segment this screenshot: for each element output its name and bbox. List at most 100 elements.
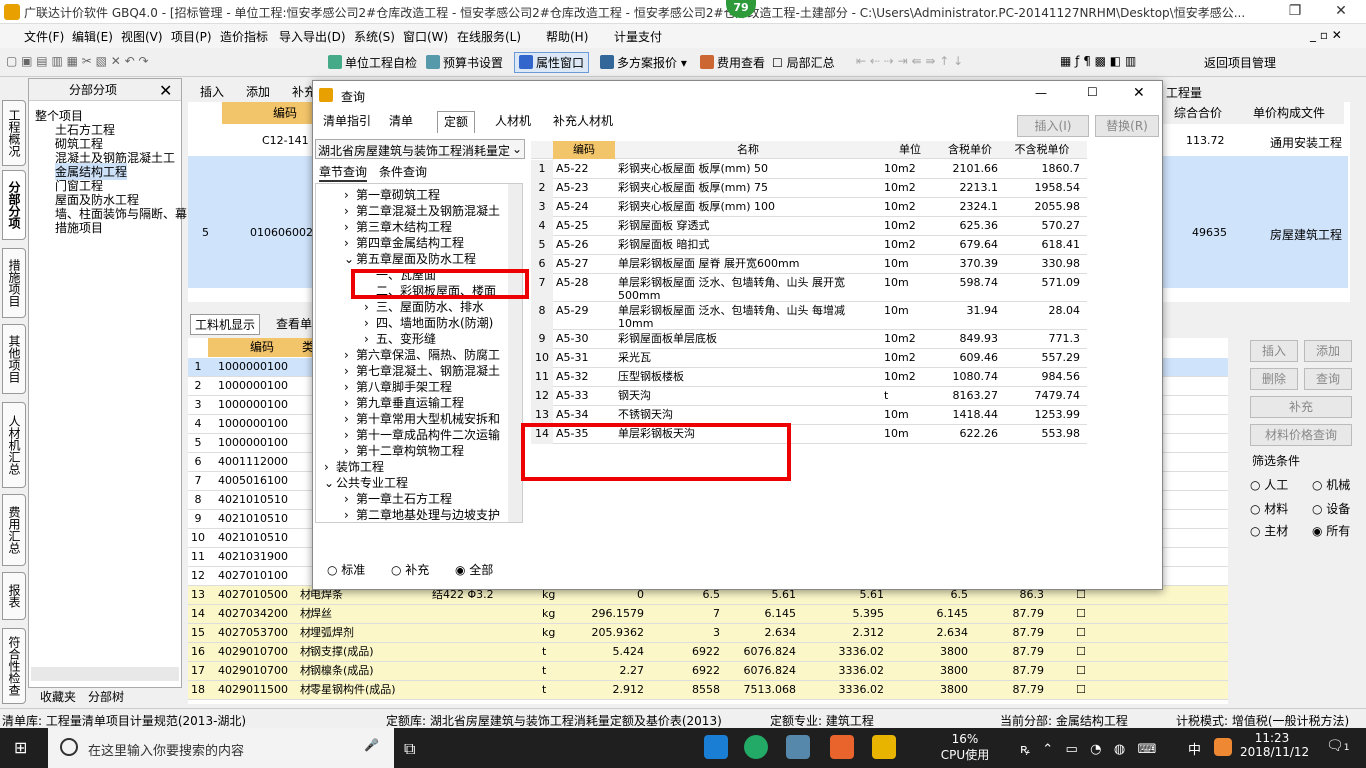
table-row[interactable]: 12 A5-33 钢天沟 t 8163.27 7479.74 bbox=[531, 387, 1087, 406]
replace-button[interactable]: 替换(R) bbox=[1095, 115, 1159, 137]
add-button[interactable]: 添加 bbox=[1304, 340, 1352, 362]
chapter-tree-item[interactable]: › 第十二章构筑物工程 bbox=[344, 442, 464, 459]
menu-system[interactable]: 系统(S) bbox=[354, 28, 395, 45]
query-button[interactable]: 查询 bbox=[1304, 368, 1352, 390]
chevron-right-icon[interactable]: › bbox=[344, 380, 356, 394]
app-icon[interactable] bbox=[786, 735, 810, 759]
chapter-tree-item[interactable]: › 第四章金属结构工程 bbox=[344, 234, 464, 251]
filter-material[interactable]: ○ 材料 bbox=[1250, 500, 1288, 517]
tab-compliance[interactable]: 符合性检查 bbox=[2, 628, 26, 704]
windows-start-icon[interactable]: ⊞ bbox=[14, 739, 32, 757]
table-row[interactable]: 3 A5-24 彩钢夹心板屋面 板厚(mm) 100 10m2 2324.1 2055.9… bbox=[531, 198, 1087, 217]
chevron-right-icon[interactable]: › bbox=[344, 204, 356, 218]
tab-other[interactable]: 其他项目 bbox=[2, 324, 26, 394]
menu-import-export[interactable]: 导入导出(D) bbox=[279, 28, 346, 45]
browser-icon[interactable] bbox=[744, 735, 768, 759]
table-row[interactable]: 9 A5-30 彩钢屋面板单层底板 10m2 849.93 771.3 bbox=[531, 330, 1087, 349]
close-icon[interactable]: ✕ bbox=[1133, 85, 1145, 101]
tab-measures[interactable]: 措施项目 bbox=[2, 248, 26, 318]
menu-view[interactable]: 视图(V) bbox=[121, 28, 163, 45]
chevron-right-icon[interactable]: › bbox=[324, 460, 336, 474]
menu-online[interactable]: 在线服务(L) bbox=[457, 28, 521, 45]
clock[interactable]: 11:23 2018/11/12 bbox=[1240, 731, 1309, 759]
chevron-down-icon[interactable]: ⌄ bbox=[324, 476, 336, 490]
self-check-button[interactable]: 单位工程自检 bbox=[328, 54, 417, 71]
menu-cost-index[interactable]: 造价指标 bbox=[220, 28, 268, 45]
property-window-button[interactable]: 属性窗口 bbox=[514, 52, 590, 73]
price-query-button[interactable]: 材料价格查询 bbox=[1250, 424, 1352, 446]
table-row[interactable]: 4 A5-25 彩钢屋面板 穿透式 10m2 625.36 570.27 bbox=[531, 217, 1087, 236]
table-row[interactable]: 2 A5-23 彩钢夹心板屋面 板厚(mm) 75 10m2 2213.1 1958.54 bbox=[531, 179, 1087, 198]
menu-help[interactable]: 帮助(H) bbox=[546, 28, 588, 45]
menu-edit[interactable]: 编辑(E) bbox=[72, 28, 113, 45]
tab-chapter-query[interactable]: 章节查询 bbox=[319, 163, 368, 182]
chapter-tree-item[interactable]: › 第一章土石方工程 bbox=[344, 490, 452, 507]
chapter-tree-item[interactable]: › 装饰工程 bbox=[324, 458, 384, 475]
chapter-tree-item[interactable]: › 五、变形缝 bbox=[364, 330, 436, 347]
chevron-right-icon[interactable]: › bbox=[344, 412, 356, 426]
row-checkbox[interactable]: ☐ bbox=[1076, 624, 1096, 643]
chevron-right-icon[interactable]: › bbox=[364, 300, 376, 314]
tab-quota[interactable]: 定额 bbox=[437, 111, 476, 133]
chapter-tree-item[interactable]: › 第三章木结构工程 bbox=[344, 218, 452, 235]
insert-button[interactable]: 插入 bbox=[1250, 340, 1298, 362]
chapter-tree-item[interactable]: › 第二章地基处理与边坡支护 bbox=[344, 506, 500, 522]
menu-file[interactable]: 文件(F) bbox=[24, 28, 64, 45]
table-row[interactable]: 18 4029011500 材零星钢构件(成品) t 2.912 8558 7513.068… bbox=[188, 681, 1228, 700]
add-button[interactable]: 添加 bbox=[246, 83, 270, 100]
chapter-tree-item[interactable]: › 第一章砌筑工程 bbox=[344, 186, 440, 203]
chevron-right-icon[interactable]: › bbox=[344, 220, 356, 234]
chapter-tree-item[interactable]: ⌄ 第五章屋面及防水工程 bbox=[344, 250, 476, 267]
chevron-right-icon[interactable]: › bbox=[344, 364, 356, 378]
table-row[interactable]: 11 A5-32 压型钢板楼板 10m2 1080.74 984.56 bbox=[531, 368, 1087, 387]
multi-quote-button[interactable]: 多方案报价 ▾ bbox=[600, 54, 687, 71]
filter-all[interactable]: ◉ 所有 bbox=[1312, 522, 1350, 539]
chapter-tree-item[interactable]: › 第六章保温、隔热、防腐工 bbox=[344, 346, 500, 363]
chevron-right-icon[interactable]: › bbox=[344, 348, 356, 362]
chevron-down-icon[interactable]: ⌄ bbox=[344, 252, 356, 266]
table-row[interactable]: 8 A5-29 单层彩钢板屋面 泛水、包墙转角、山头 每增减10mm 10m 31.94… bbox=[531, 302, 1087, 330]
division-tree-tab[interactable]: 分部树 bbox=[88, 688, 124, 705]
chevron-right-icon[interactable]: › bbox=[364, 316, 376, 330]
taskbar-app-icons[interactable] bbox=[704, 735, 904, 761]
chapter-tree-item[interactable]: › 第十一章成品构件二次运输 bbox=[344, 426, 500, 443]
partial-summary-checkbox[interactable]: ☐ 局部汇总 bbox=[772, 54, 835, 71]
radio-standard[interactable]: ○ 标准 bbox=[327, 561, 365, 578]
chapter-tree-item[interactable]: › 第二章混凝土及钢筋混凝土 bbox=[344, 202, 500, 219]
mdi-controls[interactable]: _ ▫ ✕ bbox=[1310, 28, 1342, 42]
toolbar-icons[interactable]: ▢ ▣ ▤ ▥ ▦ ✂ ▧ ✕ ↶ ↷ bbox=[6, 54, 149, 68]
table-row[interactable]: 16 4029010700 材钢支撑(成品) t 5.424 6922 6076.824 33… bbox=[188, 643, 1228, 662]
chevron-right-icon[interactable]: › bbox=[344, 508, 356, 522]
table-row[interactable]: 14 4027034200 材焊丝 kg 296.1579 7 6.145 5.395 6.14… bbox=[188, 605, 1228, 624]
tab-items[interactable]: 分部分项 bbox=[2, 170, 26, 240]
radio-all[interactable]: ◉ 全部 bbox=[455, 561, 493, 578]
microphone-icon[interactable]: 🎤 bbox=[364, 738, 379, 752]
row-checkbox[interactable]: ☐ bbox=[1076, 662, 1096, 681]
tab-report[interactable]: 报表 bbox=[2, 572, 26, 620]
menu-project[interactable]: 项目(P) bbox=[171, 28, 212, 45]
chapter-tree-item[interactable]: › 第十章常用大型机械安拆和 bbox=[344, 410, 500, 427]
tab-list-guide[interactable]: 清单指引 bbox=[317, 111, 377, 133]
filter-labor[interactable]: ○ 人工 bbox=[1250, 476, 1288, 493]
tree-item[interactable]: 措施项目 bbox=[55, 219, 103, 236]
delete-button[interactable]: 删除 bbox=[1250, 368, 1298, 390]
tab-list[interactable]: 清单 bbox=[383, 111, 419, 133]
chapter-tree-item[interactable]: ⌄ 公共专业工程 bbox=[324, 474, 408, 491]
chevron-right-icon[interactable]: › bbox=[344, 396, 356, 410]
close-icon[interactable]: ✕ bbox=[159, 81, 172, 100]
tree-scrollbar[interactable] bbox=[31, 667, 179, 681]
minimize-icon[interactable]: — bbox=[1035, 86, 1047, 100]
table-row[interactable]: 1 A5-22 彩钢夹心板屋面 板厚(mm) 50 10m2 2101.66 1860.7 bbox=[531, 160, 1087, 179]
tab-overview[interactable]: 工程概况 bbox=[2, 100, 26, 166]
chapter-tree-item[interactable]: › 第八章脚手架工程 bbox=[344, 378, 452, 395]
chevron-right-icon[interactable]: › bbox=[344, 492, 356, 506]
filter-main-material[interactable]: ○ 主材 bbox=[1250, 522, 1288, 539]
action-center-icon[interactable]: 🗨1 bbox=[1326, 738, 1350, 754]
view-unit-tab[interactable]: 查看单 bbox=[276, 315, 312, 332]
favorites-tab[interactable]: 收藏夹 bbox=[40, 688, 76, 705]
table-row[interactable]: 7 A5-28 单层彩钢板屋面 泛水、包墙转角、山头 展开宽500mm 10m 598.… bbox=[531, 274, 1087, 302]
app-icon[interactable] bbox=[830, 735, 854, 759]
tab-supplement-material[interactable]: 补充人材机 bbox=[547, 111, 619, 133]
app-icon[interactable] bbox=[872, 735, 896, 759]
budget-settings-button[interactable]: 预算书设置 bbox=[426, 54, 503, 71]
